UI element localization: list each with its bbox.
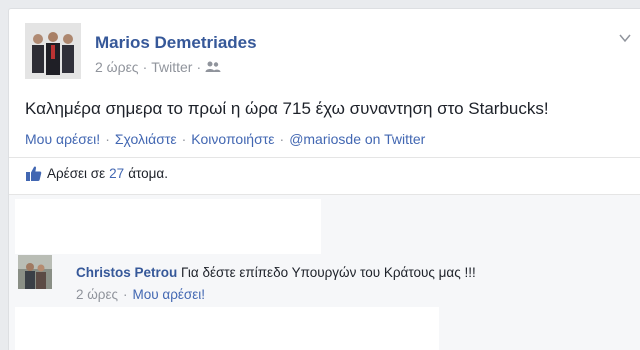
- comment-input-placeholder: [15, 307, 439, 350]
- comment-text: Για δέστε επίπεδο Υπουργών του Κράτους μ…: [181, 265, 476, 280]
- post-time[interactable]: 2 ώρες: [95, 59, 139, 75]
- separator: ·: [196, 59, 202, 75]
- author-name[interactable]: Marios Demetriades: [95, 33, 257, 53]
- separator: ·: [105, 131, 110, 147]
- likes-suffix: άτομα.: [128, 166, 168, 181]
- post-source[interactable]: Twitter: [151, 59, 192, 75]
- friends-icon[interactable]: [205, 61, 221, 73]
- comment-meta: 2 ώρες · Μου αρέσει!: [76, 287, 205, 302]
- comment-like-link[interactable]: Μου αρέσει!: [133, 287, 206, 302]
- like-link[interactable]: Μου αρέσει!: [25, 131, 100, 147]
- separator: ·: [181, 131, 187, 147]
- divider: [9, 157, 640, 158]
- author-avatar[interactable]: [25, 23, 81, 79]
- share-link[interactable]: Κοινοποιήστε: [191, 131, 274, 147]
- comment-placeholder: [15, 199, 321, 254]
- chevron-down-icon[interactable]: [618, 31, 632, 45]
- post-meta: 2 ώρες · Twitter ·: [95, 59, 221, 75]
- commenter-avatar[interactable]: [18, 255, 52, 289]
- likes-prefix: Αρέσει σε: [47, 166, 106, 181]
- comment-time[interactable]: 2 ώρες: [76, 287, 118, 302]
- comment-author[interactable]: Christos Petrou: [76, 265, 177, 280]
- comment-link[interactable]: Σχολιάστε: [115, 131, 177, 147]
- comment: Christos Petrou Για δέστε επίπεδο Υπουργ…: [76, 265, 476, 280]
- twitter-handle-link[interactable]: @mariosde on Twitter: [289, 131, 425, 147]
- post-actions: Μου αρέσει! · Σχολιάστε · Κοινοποιήστε ·…: [25, 131, 425, 147]
- post-text: Καλημέρα σημερα το πρωί η ώρα 715 έχω συ…: [25, 99, 549, 118]
- separator: ·: [142, 59, 148, 75]
- comments-area: Christos Petrou Για δέστε επίπεδο Υπουργ…: [9, 194, 640, 350]
- separator: ·: [279, 131, 285, 147]
- post-card: Marios Demetriades 2 ώρες · Twitter · Κα…: [8, 8, 640, 350]
- thumbs-up-icon: [26, 166, 42, 181]
- likes-count[interactable]: 27: [109, 166, 124, 181]
- likes-summary: Αρέσει σε 27 άτομα.: [25, 165, 168, 182]
- separator: ·: [123, 287, 128, 302]
